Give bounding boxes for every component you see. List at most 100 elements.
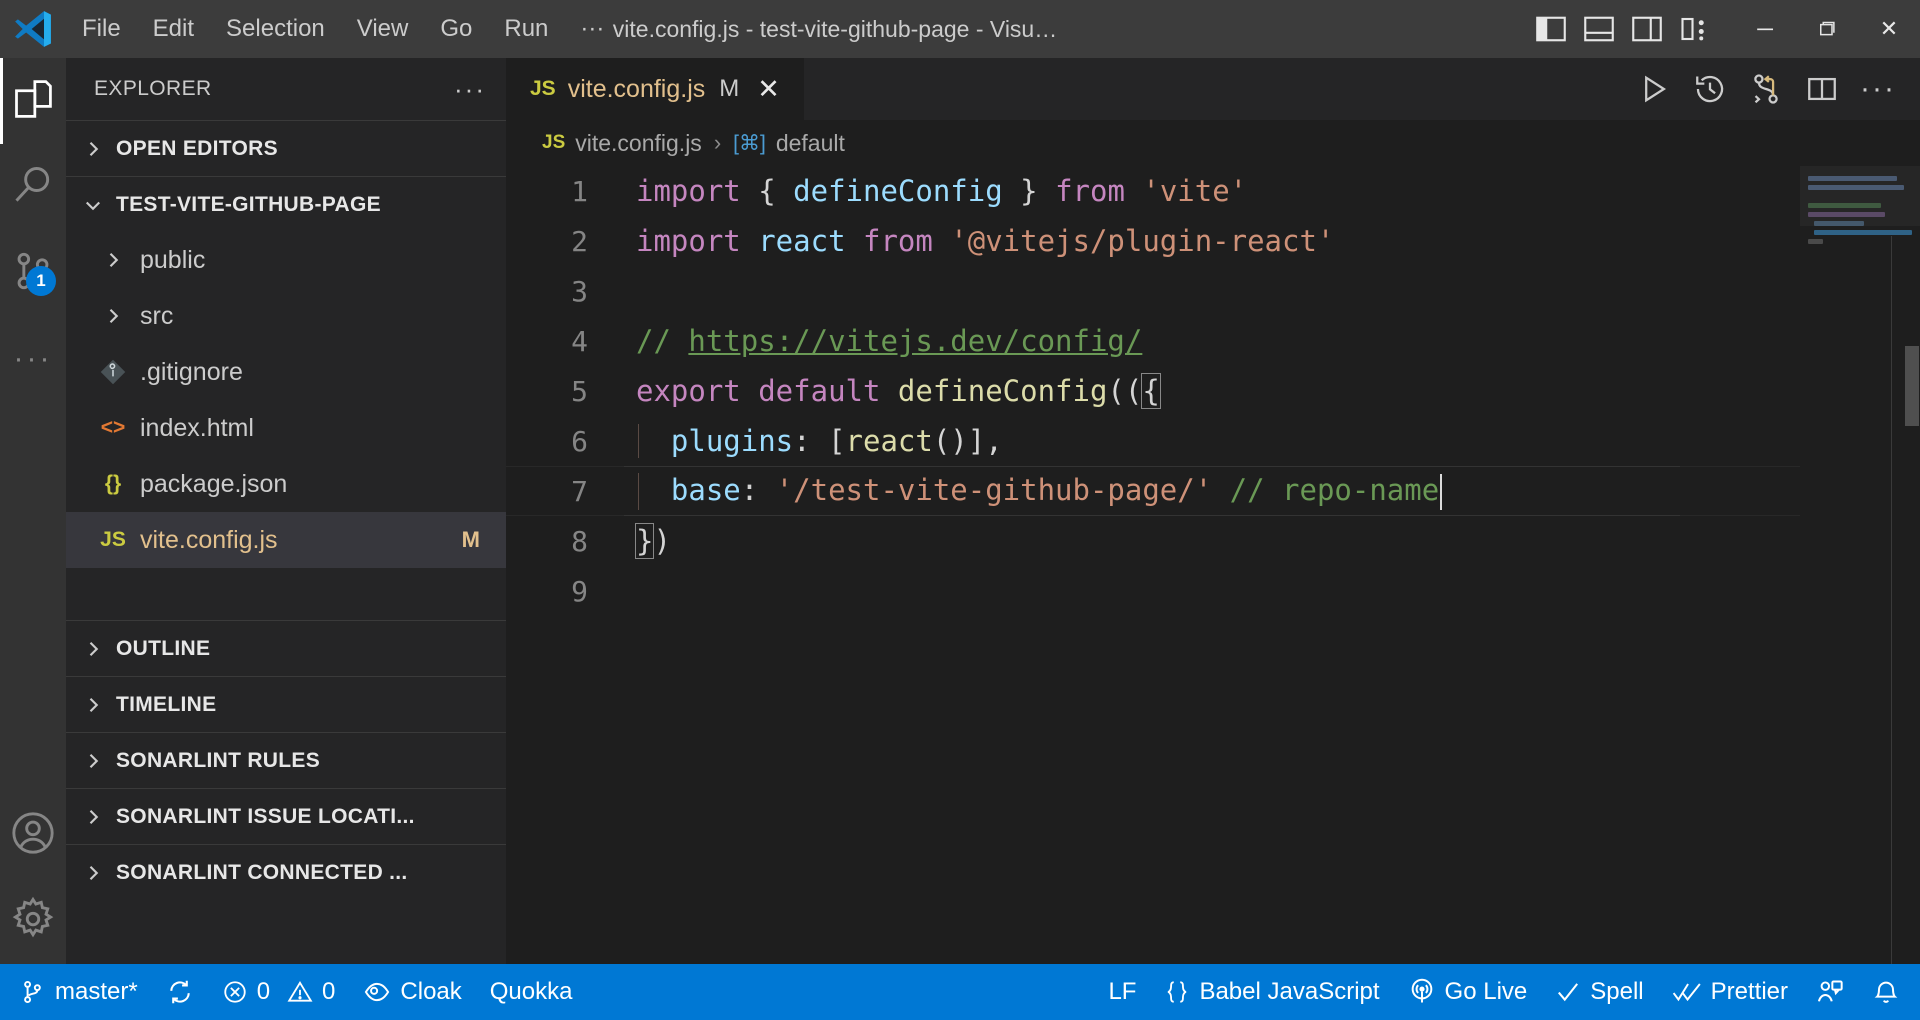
tree-item-src[interactable]: src: [66, 288, 506, 344]
eye-icon: [363, 978, 391, 1006]
line-number: 8: [571, 524, 588, 558]
status-branch[interactable]: master*: [6, 964, 152, 1020]
activity-item-accounts[interactable]: [0, 792, 66, 878]
tree-item-label: package.json: [140, 469, 288, 498]
code-line-2: 2 import react from '@vitejs/plugin-reac…: [506, 216, 1800, 266]
source-control-icon: [20, 979, 46, 1005]
line-content: base: '/test-vite-github-page/' // repo-…: [626, 472, 1443, 510]
status-spell-checker[interactable]: Spell: [1541, 964, 1657, 1020]
line-number: 7: [571, 474, 588, 508]
status-cloak[interactable]: Cloak: [349, 964, 475, 1020]
section-label: TIMELINE: [116, 692, 217, 716]
compare-changes-icon[interactable]: [1742, 65, 1790, 113]
more-actions-icon[interactable]: ···: [1854, 65, 1902, 113]
section-sonarlint-issue-locations[interactable]: SONARLINT ISSUE LOCATI...: [66, 788, 506, 844]
activity-bar: 1 ···: [0, 58, 66, 964]
section-label: OPEN EDITORS: [116, 136, 278, 160]
tree-item-package-json[interactable]: {} package.json: [66, 456, 506, 512]
chevron-right-icon: [80, 139, 106, 159]
error-icon: [222, 979, 248, 1005]
run-code-icon[interactable]: [1630, 65, 1678, 113]
breadcrumb-symbol[interactable]: default: [776, 130, 845, 157]
tab-close-icon[interactable]: ✕: [751, 75, 786, 103]
check-icon: [1555, 979, 1581, 1005]
section-sonarlint-rules[interactable]: SONARLINT RULES: [66, 732, 506, 788]
menu-view[interactable]: View: [341, 9, 425, 50]
explorer-sidebar: EXPLORER ··· OPEN EDITORS TEST-VITE-GITH…: [66, 58, 506, 964]
activity-item-explorer[interactable]: [0, 58, 66, 144]
tree-item-label: public: [140, 245, 206, 274]
status-prettier[interactable]: Prettier: [1658, 964, 1802, 1020]
menu-go[interactable]: Go: [424, 9, 488, 50]
activity-item-search[interactable]: [0, 144, 66, 230]
split-editor-icon[interactable]: [1798, 65, 1846, 113]
comment-link[interactable]: https://vitejs.dev/config/: [688, 324, 1142, 358]
line-number: 9: [571, 574, 588, 608]
breadcrumb: JS vite.config.js › [⌘] default: [506, 120, 1920, 166]
tree-item-label: .gitignore: [140, 357, 243, 386]
status-notifications[interactable]: [1858, 964, 1914, 1020]
customize-layout-icon[interactable]: [1674, 8, 1716, 50]
tree-empty-space: [66, 568, 506, 616]
status-language-mode[interactable]: Babel JavaScript: [1150, 964, 1393, 1020]
activity-item-source-control[interactable]: 1: [0, 230, 66, 316]
token-string: 'vite': [1124, 174, 1248, 208]
timeline-history-icon[interactable]: [1686, 65, 1734, 113]
toggle-panel-icon[interactable]: [1578, 8, 1620, 50]
indent-guide: [638, 424, 639, 458]
menu-overflow[interactable]: ···: [564, 9, 620, 50]
code-lines: 1 import { defineConfig } from 'vite' 2 …: [506, 166, 1800, 964]
title-bar: File Edit Selection View Go Run ··· vite…: [0, 0, 1920, 58]
close-button[interactable]: ✕: [1858, 0, 1920, 58]
chevron-right-icon: [80, 807, 106, 827]
html-icon: <>: [100, 416, 126, 439]
status-sync[interactable]: [152, 964, 208, 1020]
tree-item-public[interactable]: public: [66, 232, 506, 288]
toggle-secondary-sidebar-icon[interactable]: [1626, 8, 1668, 50]
section-timeline[interactable]: TIMELINE: [66, 676, 506, 732]
toggle-primary-sidebar-icon[interactable]: [1530, 8, 1572, 50]
status-quokka[interactable]: Quokka: [476, 964, 587, 1020]
tab-vite-config-js[interactable]: JS vite.config.js M ✕: [506, 58, 805, 120]
section-sonarlint-connected-mode[interactable]: SONARLINT CONNECTED ...: [66, 844, 506, 900]
menu-run[interactable]: Run: [488, 9, 564, 50]
tree-item-index-html[interactable]: <> index.html: [66, 400, 506, 456]
code-editor[interactable]: 1 import { defineConfig } from 'vite' 2 …: [506, 166, 1920, 964]
tree-item-gitignore[interactable]: .gitignore: [66, 344, 506, 400]
workbench-body: 1 ··· EXPLORER ··· OPEN EDITORS TEST-VIT…: [0, 58, 1920, 964]
status-go-live[interactable]: Go Live: [1394, 964, 1542, 1020]
section-label: SONARLINT ISSUE LOCATI...: [116, 804, 415, 828]
scrollbar-thumb[interactable]: [1905, 346, 1919, 426]
sync-icon: [166, 978, 194, 1006]
editor-scrollbar[interactable]: [1902, 166, 1920, 964]
prettier-label: Prettier: [1710, 978, 1788, 1005]
section-label: SONARLINT RULES: [116, 748, 320, 772]
status-problems[interactable]: 0 0: [208, 964, 350, 1020]
breadcrumb-file[interactable]: vite.config.js: [575, 130, 702, 157]
menu-file[interactable]: File: [66, 9, 137, 50]
js-icon: JS: [530, 77, 556, 100]
vscode-logo-icon: [0, 7, 66, 51]
status-eol[interactable]: LF: [1094, 964, 1150, 1020]
section-outline[interactable]: OUTLINE: [66, 620, 506, 676]
code-line-1: 1 import { defineConfig } from 'vite': [506, 166, 1800, 216]
menu-selection[interactable]: Selection: [210, 9, 341, 50]
status-live-share[interactable]: [1802, 964, 1858, 1020]
minimize-button[interactable]: ─: [1734, 0, 1796, 58]
section-label: OUTLINE: [116, 636, 211, 660]
modified-badge: M: [461, 527, 480, 552]
explorer-header: EXPLORER ···: [66, 58, 506, 120]
activity-item-manage[interactable]: [0, 878, 66, 964]
section-open-editors[interactable]: OPEN EDITORS: [66, 120, 506, 176]
maximize-button[interactable]: [1796, 0, 1858, 58]
explorer-actions-icon[interactable]: ···: [454, 74, 486, 105]
tree-item-vite-config-js[interactable]: JS vite.config.js M: [66, 512, 506, 568]
token-keyword: from: [862, 224, 933, 258]
minimap-line: [1808, 203, 1881, 208]
menu-edit[interactable]: Edit: [137, 9, 210, 50]
activity-item-more-views[interactable]: ···: [0, 316, 66, 402]
code-line-6: 6 plugins: [react()],: [506, 416, 1800, 466]
explorer-title: EXPLORER: [94, 77, 212, 100]
section-project-root[interactable]: TEST-VITE-GITHUB-PAGE: [66, 176, 506, 232]
tree-item-label: index.html: [140, 413, 254, 442]
